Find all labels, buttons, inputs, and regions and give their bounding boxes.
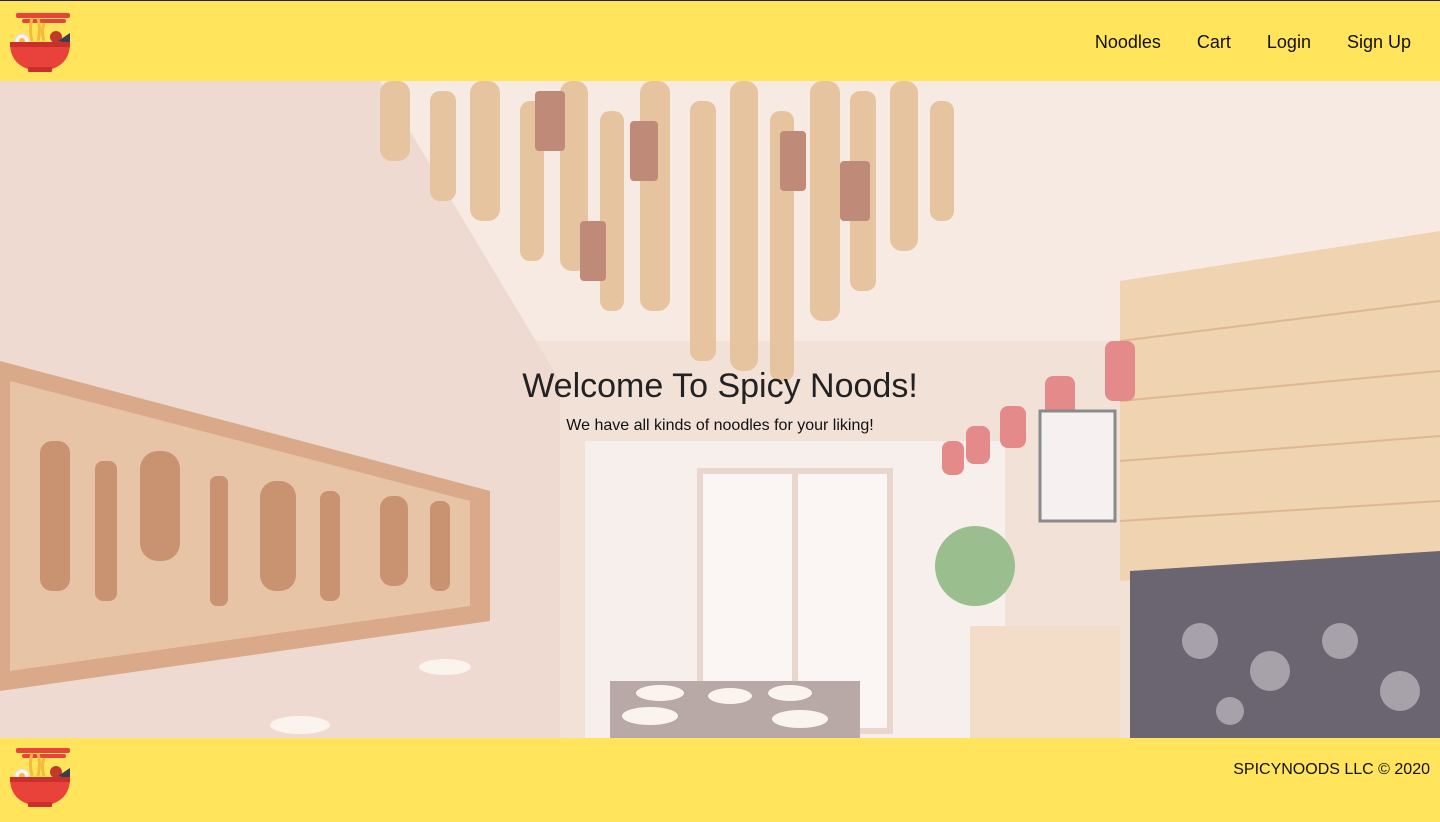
noodle-bowl-icon[interactable] bbox=[8, 11, 72, 73]
main-nav: Noodles Cart Login Sign Up bbox=[1095, 31, 1411, 53]
hero-subtitle: We have all kinds of noodles for your li… bbox=[566, 417, 874, 434]
site-footer: SPICYNOODS LLC © 2020 bbox=[0, 738, 1440, 822]
hero-text: Welcome To Spicy Noods! We have all kind… bbox=[0, 366, 1440, 436]
nav-cart[interactable]: Cart bbox=[1197, 31, 1231, 53]
nav-sign-up[interactable]: Sign Up bbox=[1347, 31, 1411, 53]
nav-login[interactable]: Login bbox=[1267, 31, 1311, 53]
site-header: Noodles Cart Login Sign Up bbox=[0, 0, 1440, 81]
noodle-bowl-icon bbox=[8, 746, 72, 808]
hero-title: Welcome To Spicy Noods! bbox=[522, 367, 918, 405]
copyright-text: SPICYNOODS LLC © 2020 bbox=[1233, 761, 1430, 778]
nav-noodles[interactable]: Noodles bbox=[1095, 31, 1161, 53]
hero-section: Welcome To Spicy Noods! We have all kind… bbox=[0, 81, 1440, 738]
